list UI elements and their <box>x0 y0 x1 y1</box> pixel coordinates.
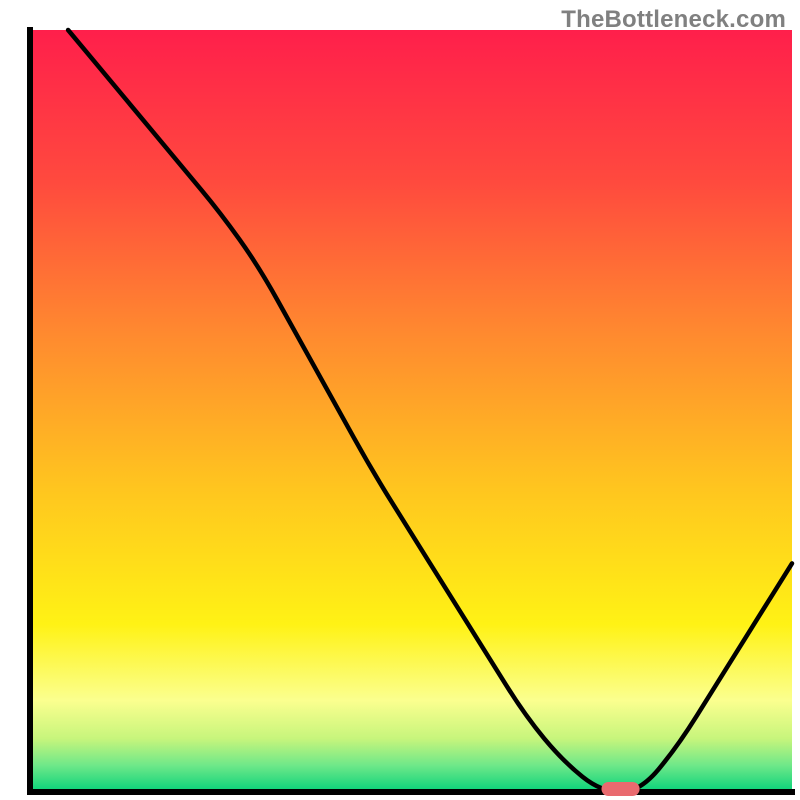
bottleneck-chart <box>0 0 800 800</box>
plot-background <box>30 30 792 792</box>
chart-container: TheBottleneck.com <box>0 0 800 800</box>
watermark-text: TheBottleneck.com <box>561 6 786 34</box>
highlight-marker <box>602 782 640 796</box>
